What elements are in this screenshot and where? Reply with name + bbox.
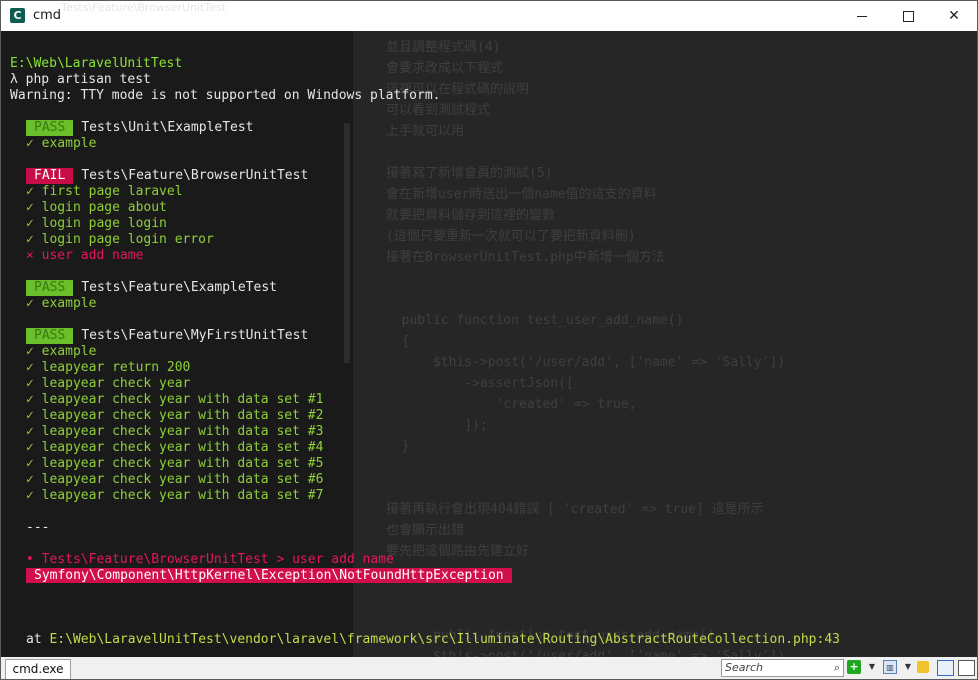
pass-badge: PASS (26, 280, 74, 296)
failure-location: • Tests\Feature\BrowserUnitTest > user a… (26, 552, 394, 567)
command-line: λ php artisan test (10, 72, 151, 87)
ghost-scrollbar (344, 123, 350, 363)
minimize-icon (857, 16, 867, 17)
search-icon[interactable]: ⌕ (834, 660, 840, 676)
test-result: ✓ login page about (26, 200, 167, 215)
at-file-path: E:\Web\LaravelUnitTest\vendor\laravel\fr… (49, 632, 840, 647)
maximize-button[interactable] (885, 1, 931, 31)
at-label: at (26, 632, 42, 647)
test-result: ✓ leapyear check year with data set #2 (26, 408, 324, 423)
title-bar[interactable]: C Tests\Feature\BrowserUnitTest cmd ✕ (1, 1, 977, 31)
pass-badge: PASS (26, 328, 74, 344)
suite-header: FAIL Tests\Feature\BrowserUnitTest (26, 168, 308, 184)
suite-header: PASS Tests\Unit\ExampleTest (26, 120, 254, 136)
test-result: ✓ leapyear check year with data set #4 (26, 440, 324, 455)
minimize-button[interactable] (839, 1, 885, 31)
suite-header: PASS Tests\Feature\MyFirstUnitTest (26, 328, 308, 344)
test-result: ✓ leapyear check year with data set #5 (26, 456, 324, 471)
test-result: ✓ leapyear check year with data set #7 (26, 488, 324, 503)
chevron-down-icon[interactable]: ▼ (901, 660, 915, 674)
console-area[interactable]: 並且調整程式碼(4) 會要求改成以下程式 這裡可以在程式碼的說明 可以看到測試程… (1, 31, 977, 657)
cmd-window: C Tests\Feature\BrowserUnitTest cmd ✕ 並且… (0, 0, 978, 680)
test-result: ✓ login page login error (26, 232, 214, 247)
fail-badge: FAIL (26, 168, 74, 184)
stack-location: at E:\Web\LaravelUnitTest\vendor\laravel… (26, 632, 840, 648)
cmder-app-icon[interactable]: C (10, 8, 25, 23)
chevron-down-icon[interactable]: ▼ (865, 660, 879, 674)
status-bar: cmd.exe Search ⌕ + ▼ ▥ ▼ (1, 657, 977, 679)
test-result-failed: ⨯ user add name (26, 248, 144, 263)
test-result: ✓ example (26, 136, 97, 151)
suite-name: Tests\Feature\BrowserUnitTest (81, 168, 309, 183)
split-right-icon[interactable] (958, 660, 975, 676)
search-placeholder: Search (725, 661, 764, 674)
tab-cmd-exe[interactable]: cmd.exe (5, 659, 71, 679)
new-console-icon[interactable]: + (847, 660, 861, 674)
exception-class: Symfony\Component\HttpKernel\Exception\N… (26, 568, 512, 583)
maximize-icon (903, 11, 914, 22)
pass-badge: PASS (26, 120, 74, 136)
test-result: ✓ leapyear check year with data set #6 (26, 472, 324, 487)
test-result: ✓ first page laravel (26, 184, 183, 199)
suite-name: Tests\Feature\ExampleTest (81, 280, 277, 295)
close-button[interactable]: ✕ (931, 1, 977, 31)
suite-name: Tests\Feature\MyFirstUnitTest (81, 328, 309, 343)
test-result: ✓ leapyear return 200 (26, 360, 191, 375)
ghost-title-text: Tests\Feature\BrowserUnitTest (61, 1, 226, 14)
split-left-icon[interactable] (937, 660, 954, 676)
test-result: ✓ leapyear check year (26, 376, 191, 391)
warning-line: Warning: TTY mode is not supported on Wi… (10, 88, 441, 103)
test-result: ✓ example (26, 296, 97, 311)
suite-name: Tests\Unit\ExampleTest (81, 120, 254, 135)
background-window-ghost: 並且調整程式碼(4) 會要求改成以下程式 這裡可以在程式碼的說明 可以看到測試程… (386, 40, 786, 657)
test-result: ✓ example (26, 344, 97, 359)
lock-icon[interactable] (917, 661, 929, 673)
window-title: cmd (33, 8, 62, 23)
prompt-path: E:\Web\LaravelUnitTest (10, 56, 183, 71)
panel-view-icon[interactable]: ▥ (883, 660, 897, 674)
suite-header: PASS Tests\Feature\ExampleTest (26, 280, 277, 296)
close-icon: ✕ (948, 8, 960, 24)
separator: --- (26, 520, 50, 535)
exception-line: Symfony\Component\HttpKernel\Exception\N… (26, 568, 512, 584)
test-result: ✓ leapyear check year with data set #3 (26, 424, 324, 439)
test-result: ✓ leapyear check year with data set #1 (26, 392, 324, 407)
search-input[interactable]: Search ⌕ (721, 659, 844, 677)
test-result: ✓ login page login (26, 216, 167, 231)
